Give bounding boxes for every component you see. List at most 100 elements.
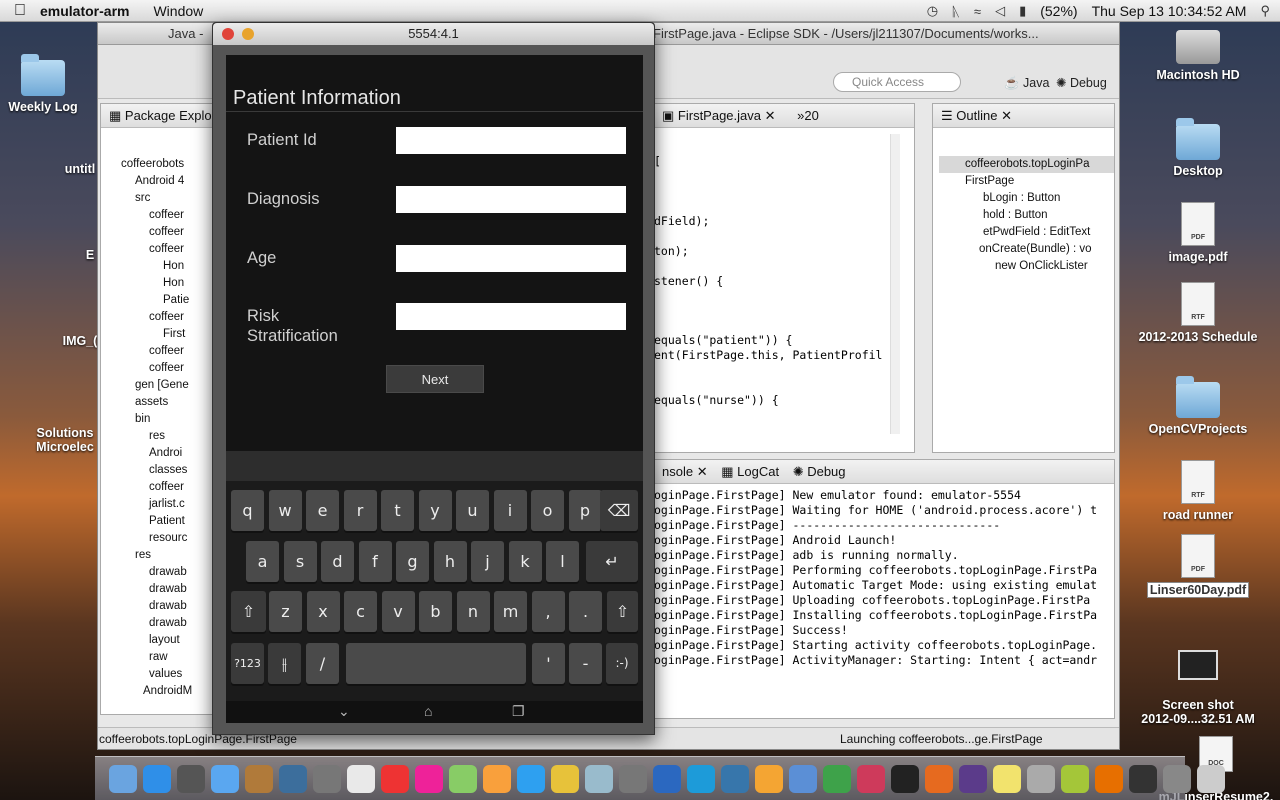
tree-item[interactable]: AndroidM bbox=[107, 683, 217, 700]
tree-item[interactable]: Androi bbox=[107, 445, 217, 462]
tree-item[interactable]: coffeer bbox=[107, 309, 217, 326]
outline-item[interactable]: hold : Button bbox=[939, 207, 1114, 224]
debug-perspective-button[interactable]: ✺ Debug bbox=[1056, 72, 1107, 94]
code-line[interactable]: equals("patient")) { bbox=[654, 333, 792, 348]
android-icon[interactable] bbox=[1061, 764, 1089, 793]
tree-item[interactable]: drawab bbox=[107, 581, 217, 598]
keynote-icon[interactable] bbox=[789, 764, 817, 793]
close-window-button[interactable] bbox=[222, 28, 234, 40]
key-j[interactable]: j bbox=[471, 541, 504, 582]
key-u[interactable]: u bbox=[456, 490, 489, 531]
tree-item[interactable]: res bbox=[107, 428, 217, 445]
key-h[interactable]: h bbox=[433, 541, 467, 582]
apostrophe-key[interactable]: ' bbox=[532, 643, 565, 684]
key-s[interactable]: s bbox=[283, 541, 317, 582]
preview-icon[interactable] bbox=[585, 764, 613, 793]
key-a[interactable]: a bbox=[246, 541, 279, 582]
terminal-icon[interactable] bbox=[891, 764, 919, 793]
tree-item[interactable]: classes bbox=[107, 462, 217, 479]
key-o[interactable]: o bbox=[531, 490, 564, 531]
key-v[interactable]: v bbox=[381, 591, 415, 632]
key-b[interactable]: b bbox=[419, 591, 452, 632]
home-nav-icon[interactable]: ⌂ bbox=[424, 703, 432, 719]
key-p[interactable]: p bbox=[568, 490, 602, 531]
p-app-icon[interactable] bbox=[483, 764, 511, 793]
leaf-app-icon[interactable] bbox=[449, 764, 477, 793]
outline-item[interactable]: onCreate(Bundle) : vo bbox=[939, 241, 1114, 258]
key-w[interactable]: w bbox=[268, 490, 302, 531]
bluetooth-icon[interactable]: ᚣ bbox=[952, 4, 960, 19]
tree-item[interactable]: coffeer bbox=[107, 207, 217, 224]
desktop-icon-schedule[interactable]: RTF 2012-2013 Schedule bbox=[1128, 282, 1268, 344]
apple-menu-icon[interactable]:  bbox=[0, 2, 40, 20]
app-menu[interactable]: emulator-arm bbox=[40, 3, 129, 19]
safari-icon[interactable] bbox=[143, 764, 171, 793]
tree-item[interactable]: src bbox=[107, 190, 217, 207]
dreamweaver-icon[interactable] bbox=[857, 764, 885, 793]
desktop-icon-linser60day[interactable]: PDF Linser60Day.pdf bbox=[1128, 534, 1268, 598]
diagnosis-input[interactable] bbox=[396, 186, 626, 213]
key-z[interactable]: z bbox=[269, 591, 302, 632]
code-line[interactable]: [ bbox=[654, 154, 661, 169]
volume-icon[interactable]: ◁ bbox=[995, 3, 1005, 19]
key-e[interactable]: e bbox=[306, 490, 339, 531]
close-tab-icon[interactable]: ✕ bbox=[765, 108, 776, 123]
tree-item[interactable]: values bbox=[107, 666, 217, 683]
console-output[interactable]: oginPage.FirstPage] New emulator found: … bbox=[654, 484, 1114, 668]
editor-scrollbar[interactable] bbox=[890, 134, 900, 434]
key-k[interactable]: k bbox=[508, 541, 542, 582]
disk-utility-icon[interactable] bbox=[619, 764, 647, 793]
age-input[interactable] bbox=[396, 245, 626, 272]
system-prefs-icon[interactable] bbox=[1163, 764, 1191, 793]
activity-monitor-icon[interactable] bbox=[1129, 764, 1157, 793]
debug-tab[interactable]: ✺ Debug bbox=[793, 464, 846, 479]
window-menu[interactable]: Window bbox=[153, 3, 203, 19]
java-perspective-button[interactable]: ☕ Java bbox=[1004, 72, 1049, 94]
desktop-icon-opencvprojects[interactable]: OpenCVProjects bbox=[1128, 376, 1268, 436]
code-line[interactable]: stener() { bbox=[654, 274, 723, 289]
package-explorer-tab[interactable]: ▦ Package Explor bbox=[101, 104, 217, 128]
battery-icon[interactable]: ▮ bbox=[1019, 3, 1026, 19]
key-d[interactable]: d bbox=[321, 541, 354, 582]
tree-item[interactable]: coffeerobots bbox=[107, 156, 217, 173]
tree-item[interactable]: Patie bbox=[107, 292, 217, 309]
space-key[interactable] bbox=[346, 643, 526, 684]
garageband-icon[interactable] bbox=[245, 764, 273, 793]
backspace-key[interactable]: ⌫ bbox=[600, 490, 638, 531]
j-app-icon[interactable] bbox=[381, 764, 409, 793]
settings-key[interactable]: ⫲ bbox=[268, 643, 301, 684]
code-line[interactable]: equals("nurse")) { bbox=[654, 393, 779, 408]
time-machine-icon[interactable]: ◷ bbox=[927, 3, 938, 19]
photo-booth-icon[interactable] bbox=[313, 764, 341, 793]
outline-item[interactable]: new OnClickLister bbox=[939, 258, 1114, 275]
tree-item[interactable]: First bbox=[107, 326, 217, 343]
tree-item[interactable]: jarlist.c bbox=[107, 496, 217, 513]
dash-key[interactable]: - bbox=[569, 643, 602, 684]
desktop-icon-macintosh-hd[interactable]: Macintosh HD bbox=[1128, 30, 1268, 82]
risk-stratification-input[interactable] bbox=[396, 303, 626, 330]
minimize-window-button[interactable] bbox=[242, 28, 254, 40]
patient-id-input[interactable] bbox=[396, 127, 626, 154]
pages-icon[interactable] bbox=[755, 764, 783, 793]
logcat-tab[interactable]: ▦ LogCat bbox=[721, 464, 779, 479]
key-l[interactable]: l bbox=[546, 541, 579, 582]
clock[interactable]: Thu Sep 13 10:34:52 AM bbox=[1092, 3, 1247, 19]
tree-item[interactable]: bin bbox=[107, 411, 217, 428]
code-line[interactable]: ent(FirstPage.this, PatientProfil bbox=[654, 348, 882, 363]
eclipse-icon[interactable] bbox=[959, 764, 987, 793]
symbols-key[interactable]: ?123 bbox=[231, 643, 264, 684]
spotlight-search-icon[interactable]: ⚲ bbox=[1260, 3, 1270, 19]
tree-item[interactable]: Hon bbox=[107, 258, 217, 275]
color-app-icon[interactable] bbox=[415, 764, 443, 793]
tree-item[interactable]: drawab bbox=[107, 598, 217, 615]
firefox-icon[interactable] bbox=[925, 764, 953, 793]
editor-tab-firstpage[interactable]: ▣ FirstPage.java ✕ bbox=[662, 108, 776, 123]
key-t[interactable]: t bbox=[381, 490, 414, 531]
key-period[interactable]: . bbox=[569, 591, 602, 632]
enter-key[interactable]: ↵ bbox=[586, 541, 638, 582]
key-c[interactable]: c bbox=[344, 591, 377, 632]
tree-item[interactable]: raw bbox=[107, 649, 217, 666]
key-n[interactable]: n bbox=[456, 591, 490, 632]
time-machine-icon[interactable] bbox=[279, 764, 307, 793]
key-g[interactable]: g bbox=[396, 541, 429, 582]
